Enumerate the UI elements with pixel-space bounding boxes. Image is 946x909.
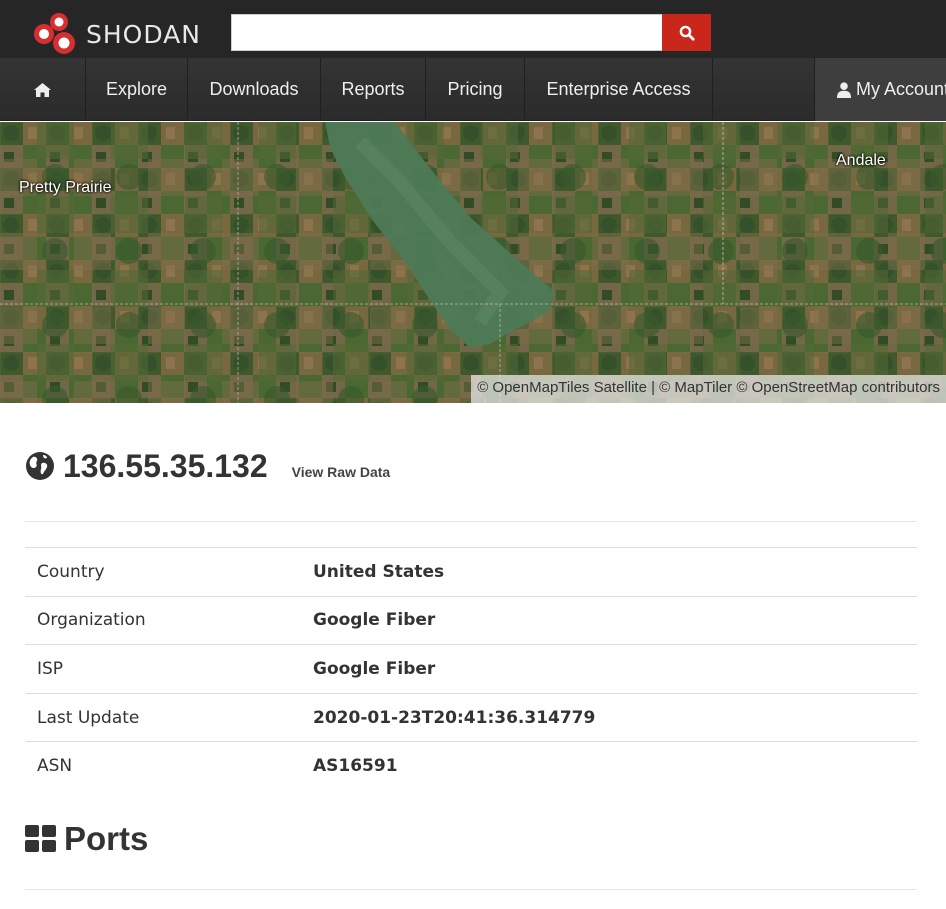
detail-value: 2020-01-23T20:41:36.314779 <box>313 692 917 742</box>
ports-title: Ports <box>64 820 149 857</box>
nav-downloads[interactable]: Downloads <box>188 58 321 121</box>
detail-key: Country <box>25 547 313 597</box>
globe-icon <box>26 452 54 480</box>
top-header: SHODAN <box>0 0 946 58</box>
host-header: 136.55.35.132 View Raw Data <box>25 446 390 486</box>
location-map[interactable]: Pretty Prairie Andale © OpenMapTiles Sat… <box>0 122 946 403</box>
nav-explore[interactable]: Explore <box>86 58 188 121</box>
ports-section-header: Ports <box>25 818 148 860</box>
detail-value: AS16591 <box>313 741 917 791</box>
home-icon <box>34 82 51 97</box>
shodan-logo[interactable]: SHODAN <box>32 12 201 56</box>
nav-home[interactable] <box>0 58 86 121</box>
table-row: Organization Google Fiber <box>25 595 917 645</box>
logo-icon <box>34 13 75 54</box>
host-ip: 136.55.35.132 <box>63 447 268 484</box>
host-details-table: Country United States Organization Googl… <box>25 547 917 791</box>
detail-value: Google Fiber <box>313 644 917 694</box>
main-nav: Explore Downloads Reports Pricing Enterp… <box>0 58 946 121</box>
search-input[interactable] <box>231 14 663 51</box>
detail-key: ISP <box>25 644 313 694</box>
table-row: ASN AS16591 <box>25 741 917 791</box>
my-account-label: My Account <box>856 79 946 99</box>
divider <box>25 889 917 890</box>
detail-key: Last Update <box>25 692 313 742</box>
nav-reports[interactable]: Reports <box>321 58 426 121</box>
map-label-pretty-prairie: Pretty Prairie <box>19 179 112 196</box>
brand-name: SHODAN <box>86 19 201 49</box>
view-raw-data-link[interactable]: View Raw Data <box>292 464 391 480</box>
map-attribution[interactable]: © OpenMapTiles Satellite | © MapTiler © … <box>471 375 946 403</box>
nav-my-account[interactable]: My Account <box>814 58 946 121</box>
search-icon <box>679 25 695 41</box>
user-icon <box>837 81 851 98</box>
detail-value: United States <box>313 547 917 597</box>
detail-key: ASN <box>25 741 313 791</box>
nav-enterprise-access[interactable]: Enterprise Access <box>525 58 713 121</box>
search-button[interactable] <box>662 14 711 51</box>
divider <box>25 521 917 522</box>
detail-value: Google Fiber <box>313 595 917 645</box>
satellite-image <box>0 122 946 403</box>
detail-key: Organization <box>25 595 313 645</box>
nav-pricing[interactable]: Pricing <box>426 58 525 121</box>
map-label-andale: Andale <box>836 152 886 169</box>
table-row: Last Update 2020-01-23T20:41:36.314779 <box>25 692 917 742</box>
table-row: Country United States <box>25 547 917 597</box>
grid-icon <box>25 825 56 852</box>
table-row: ISP Google Fiber <box>25 644 917 694</box>
